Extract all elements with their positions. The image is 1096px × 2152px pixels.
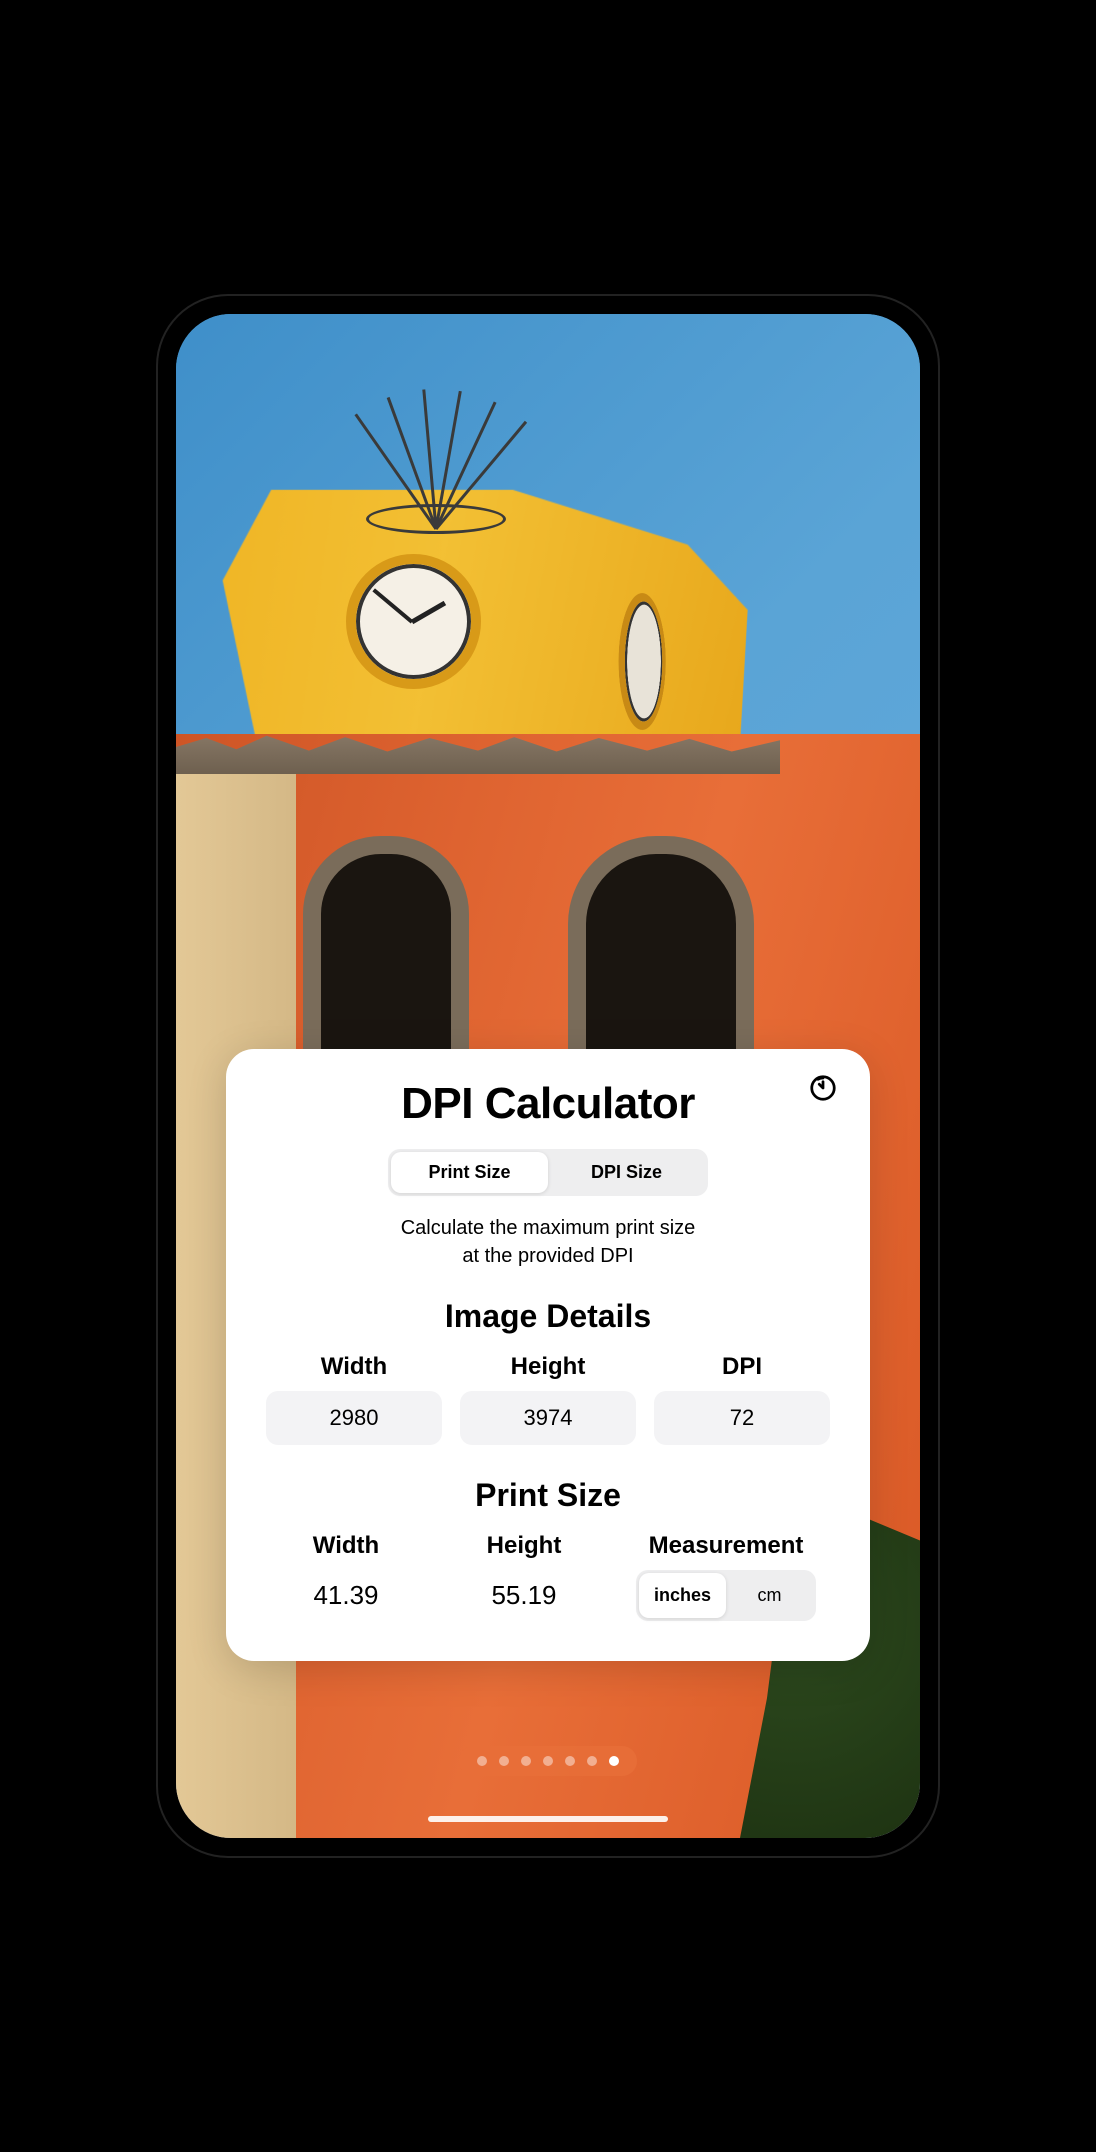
card-title: DPI Calculator xyxy=(266,1079,830,1129)
reset-icon xyxy=(808,1073,838,1103)
unit-inches[interactable]: inches xyxy=(639,1573,726,1618)
width-input[interactable] xyxy=(266,1391,442,1445)
page-dot[interactable] xyxy=(543,1756,553,1766)
dpi-label: DPI xyxy=(722,1353,762,1381)
measurement-label: Measurement xyxy=(649,1532,804,1560)
tab-print-size[interactable]: Print Size xyxy=(391,1152,548,1193)
page-dot[interactable] xyxy=(521,1756,531,1766)
phone-frame: DPI Calculator Print Size DPI Size Calcu… xyxy=(158,296,938,1856)
dpi-input[interactable] xyxy=(654,1391,830,1445)
page-dot-active[interactable] xyxy=(609,1756,619,1766)
height-input[interactable] xyxy=(460,1391,636,1445)
page-dot[interactable] xyxy=(587,1756,597,1766)
page-indicator[interactable] xyxy=(459,1746,637,1776)
print-height-value: 55.19 xyxy=(491,1570,556,1621)
unit-segmented-control: inches cm xyxy=(636,1570,816,1621)
page-dot[interactable] xyxy=(477,1756,487,1766)
description-text: Calculate the maximum print size at the … xyxy=(266,1214,830,1270)
unit-cm[interactable]: cm xyxy=(726,1573,813,1618)
print-size-title: Print Size xyxy=(266,1477,830,1514)
reset-button[interactable] xyxy=(806,1071,840,1105)
height-label: Height xyxy=(511,1353,586,1381)
print-width-value: 41.39 xyxy=(313,1570,378,1621)
page-dot[interactable] xyxy=(499,1756,509,1766)
page-dot[interactable] xyxy=(565,1756,575,1766)
home-indicator[interactable] xyxy=(428,1816,668,1822)
tab-dpi-size[interactable]: DPI Size xyxy=(548,1152,705,1193)
clock-face-icon xyxy=(346,554,481,689)
print-height-label: Height xyxy=(487,1532,562,1560)
width-label: Width xyxy=(321,1353,387,1381)
print-width-label: Width xyxy=(313,1532,379,1560)
phone-screen: DPI Calculator Print Size DPI Size Calcu… xyxy=(176,314,920,1838)
dpi-calculator-card: DPI Calculator Print Size DPI Size Calcu… xyxy=(226,1049,870,1661)
mode-segmented-control: Print Size DPI Size xyxy=(388,1149,708,1196)
image-details-title: Image Details xyxy=(266,1298,830,1335)
